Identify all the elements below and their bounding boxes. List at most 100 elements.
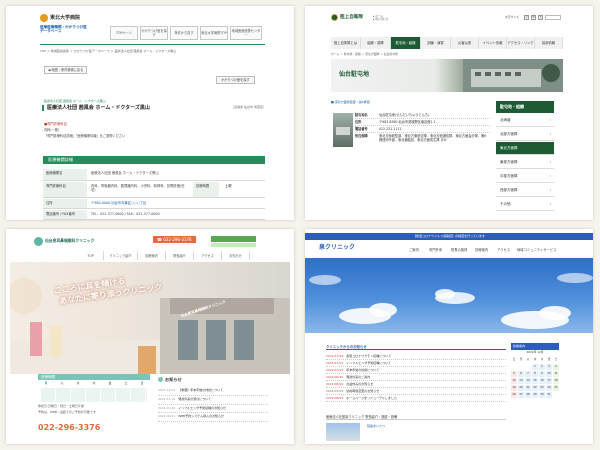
cal-day-cell: 14 xyxy=(525,378,531,384)
tab-news[interactable]: お知らせ xyxy=(222,251,250,260)
command-link[interactable]: ■ 東北方面総監部・第6師団 xyxy=(331,100,370,105)
news-title: クリニックからのお知らせ xyxy=(326,345,506,351)
footer-text[interactable]: 院長あいさつ xyxy=(367,424,385,429)
hours-days-row: 月火水木金土日 xyxy=(38,380,150,386)
hospital-logo[interactable]: 東北大学病院 xyxy=(40,14,80,22)
page-title: 仙台駐屯地 xyxy=(339,71,370,78)
nav-guide[interactable]: ご案内 xyxy=(409,248,419,252)
tab-director[interactable]: 院長紹介 xyxy=(166,251,194,260)
nav-access[interactable]: アクセス・リンク xyxy=(507,37,535,49)
detail-row: 医療機関名 医療法人社団 茜風会 ホーム・ドクターズ黒山 xyxy=(43,169,265,181)
nav-regional-center[interactable]: 地域医療連携センター xyxy=(230,26,262,40)
hours-key: 診療時間 xyxy=(193,182,219,197)
news-item[interactable]: 2021/09/20 発熱外来のご案内 xyxy=(326,374,506,381)
row-value: 医療法人社団 茜風会 ホーム・ドクターズ黒山 xyxy=(91,171,159,175)
header-phone[interactable]: ☎ 022-296-3376 xyxy=(153,236,196,243)
news-date: 2021/10/15 xyxy=(326,368,344,372)
font-small-button[interactable]: 小 xyxy=(524,15,529,20)
nav-units[interactable]: 組織・部隊 xyxy=(361,37,391,49)
clinic-logo[interactable]: 仙台泉耳鼻咽喉科クリニック xyxy=(34,237,94,246)
db-title-line2: データベース xyxy=(40,29,62,34)
tab-top[interactable]: TOP xyxy=(78,251,104,260)
phone-big[interactable]: 022-296-3376 xyxy=(38,423,100,433)
nav-find-doctor[interactable]: かかりつけ医を探す xyxy=(140,26,168,40)
table-row: 電話番号 022-231-1111 xyxy=(355,126,490,133)
news-item[interactable]: 2021/11/01 インフルエンザ予防接種について xyxy=(326,360,506,367)
cal-day-cell: 2 xyxy=(539,364,545,370)
clinic-logo[interactable]: 泉クリニック xyxy=(319,244,355,252)
cal-weekday: 火 xyxy=(526,358,530,361)
row-value: 022-231-1111 xyxy=(379,127,402,131)
cal-day-cell: 20 xyxy=(518,385,524,391)
dept-line2: 「専門診療科目詳細」「医療機関情報」をご参照ください xyxy=(44,134,126,138)
jgsdf-logo[interactable]: 陸上自衛隊 xyxy=(331,14,363,21)
row-key: 駐屯地名 xyxy=(355,113,368,117)
search-input[interactable] xyxy=(545,15,561,20)
nav-events[interactable]: イベント情報 xyxy=(479,37,507,49)
nav-hospital-top[interactable]: 東北大学病院TOP xyxy=(200,26,228,40)
find-doctor-button[interactable]: かかりつけ医を探す xyxy=(216,76,255,84)
dept-line1: 内科(一般) xyxy=(44,128,60,132)
tab-access[interactable]: アクセス xyxy=(194,251,222,260)
news-date: 2021/08/10 xyxy=(326,382,344,386)
nav-about[interactable]: 陸上自衛隊とは xyxy=(331,37,361,49)
news-date: 2021/11/30 xyxy=(326,354,344,358)
sky-hero xyxy=(305,258,593,333)
news-item[interactable]: 2021.09.01 WEB予約システム導入のお知らせ xyxy=(158,413,268,422)
news-text: お盆休みのお知らせ xyxy=(346,382,374,386)
side-item-other[interactable]: その他 xyxy=(496,198,554,211)
cal-day-cell: 23 xyxy=(539,385,545,391)
nav-specialty[interactable]: 専門外来 xyxy=(429,248,442,252)
news-item[interactable]: 2021.11.15 発熱外来の受付について xyxy=(158,396,268,405)
nav-access[interactable]: アクセス xyxy=(497,248,510,252)
news-item[interactable]: 2021.10.20 インフルエンザ予防接種のお知らせ xyxy=(158,405,268,414)
web-reserve-button[interactable] xyxy=(211,236,256,242)
cal-weekday: 木 xyxy=(540,358,544,361)
nav-recruit[interactable]: 採用情報 xyxy=(535,37,563,49)
cal-day-cell: 27 xyxy=(518,392,524,398)
side-item-hokkaido[interactable]: 北海道 xyxy=(496,114,554,127)
side-item-western[interactable]: 西部方面隊 xyxy=(496,184,554,197)
font-medium-button[interactable]: 中 xyxy=(531,15,536,20)
nav-top[interactable]: TOPページ xyxy=(110,26,138,40)
side-item-northern[interactable]: 北部方面隊 xyxy=(496,128,554,141)
font-large-button[interactable]: 大 xyxy=(538,15,543,20)
notice-banner[interactable]: 【新型コロナウイルス感染症】の検査を行っています xyxy=(305,233,593,240)
hours-note: 休診日:日曜日・祝日・土曜日午後 xyxy=(38,404,85,408)
row-value: 〒983-8580 仙台市宮城野区南目館1-1 xyxy=(379,120,436,124)
tab-about[interactable]: クリニック紹介 xyxy=(104,251,138,260)
nav-training[interactable]: 訓練・演習 xyxy=(421,37,451,49)
day-label: 金 xyxy=(108,381,112,386)
footer-photo xyxy=(326,423,360,441)
side-item-middle[interactable]: 中部方面隊 xyxy=(496,170,554,183)
nav-medical[interactable]: 診療案内 xyxy=(475,248,488,252)
news-list: 2021.12.01 【重要】年末年始の休診について 2021.11.15 発熱外来… xyxy=(158,387,268,422)
side-item-eastern[interactable]: 東部方面隊 xyxy=(496,156,554,169)
row-key: 専門診療科目 xyxy=(43,182,87,197)
side-item-tohoku-active[interactable]: 東北方面隊 xyxy=(496,142,554,155)
day-label: 月 xyxy=(44,381,48,386)
tab-medical[interactable]: 診療案内 xyxy=(138,251,166,260)
cal-day-cell: 1 xyxy=(532,364,538,370)
nav-search-conditions[interactable]: 条件から探す xyxy=(170,26,198,40)
nav-camps-active[interactable]: 駐屯地・組織 xyxy=(391,37,421,49)
table-row: 住所 〒983-8580 仙台市宮城野区南目館1-1 xyxy=(355,119,490,126)
cal-day-cell: 18 xyxy=(553,378,559,384)
news-item[interactable]: 2021/11/30 新型コロナワクチン接種について xyxy=(326,353,506,360)
nav-community[interactable]: 地域コミュニティサービス xyxy=(517,248,556,252)
nav-greeting[interactable]: 院長の挨拶 xyxy=(451,248,467,252)
news-item[interactable]: 2021/06/01 ホームページをリニューアルしました xyxy=(326,395,506,402)
cal-day-cell: 9 xyxy=(539,371,545,377)
line-button[interactable] xyxy=(211,243,256,247)
back-to-search-button[interactable]: ◀ 地図・条件検索に戻る xyxy=(44,66,88,74)
news-text: 発熱外来の受付について xyxy=(178,396,212,401)
cal-day-cell: 28 xyxy=(525,392,531,398)
news-item[interactable]: 2021/10/15 年末年始の診療について xyxy=(326,367,506,374)
db-title: 医療医療機関・かかりつけ医 データベース xyxy=(40,25,87,34)
news-date: 2021.12.01 xyxy=(158,388,176,392)
nav-disaster[interactable]: 災害派遣 xyxy=(451,37,479,49)
row-key: 住所 xyxy=(43,199,87,208)
news-item[interactable]: 2021/08/10 お盆休みのお知らせ xyxy=(326,381,506,388)
news-item[interactable]: 2021.12.01 【重要】年末年始の休診について xyxy=(158,387,268,396)
news-item[interactable]: 2021/07/01 診療時間変更のお知らせ xyxy=(326,388,506,395)
